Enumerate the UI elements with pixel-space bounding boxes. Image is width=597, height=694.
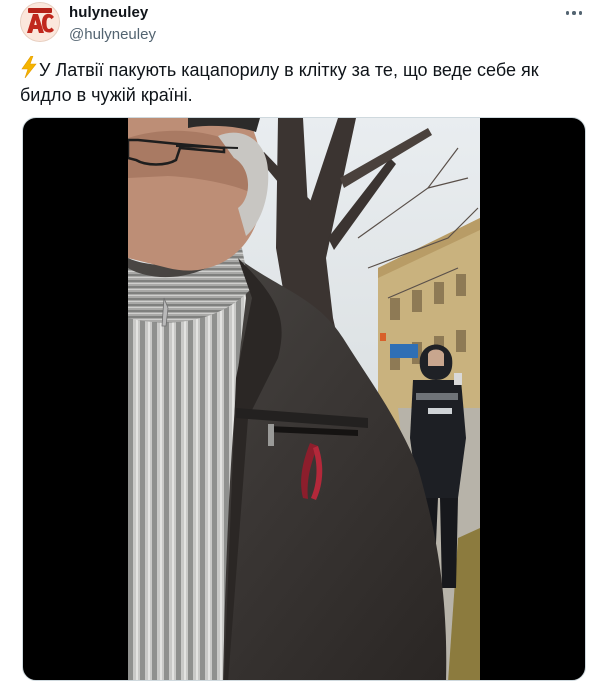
more-dot	[572, 11, 576, 15]
more-options-button[interactable]	[561, 2, 587, 24]
user-handle[interactable]: @hulyneuley	[69, 25, 156, 45]
video-frame-image	[128, 118, 480, 680]
tweet-body: У Латвії пакують кацапорилу в клітку за …	[20, 56, 580, 108]
display-name[interactable]: hulyneuley	[69, 4, 156, 22]
more-dot	[578, 11, 583, 15]
tweet-text: У Латвії пакують кацапорилу в клітку за …	[20, 60, 539, 105]
author-info: hulyneuley @hulyneuley	[69, 4, 156, 45]
video-player[interactable]	[22, 117, 586, 681]
avatar-logo-icon	[21, 3, 59, 41]
high-voltage-icon	[21, 56, 37, 78]
tweet: hulyneuley @hulyneuley У Латвії пакують …	[0, 0, 597, 694]
more-dot	[565, 11, 570, 15]
avatar[interactable]	[20, 2, 60, 42]
